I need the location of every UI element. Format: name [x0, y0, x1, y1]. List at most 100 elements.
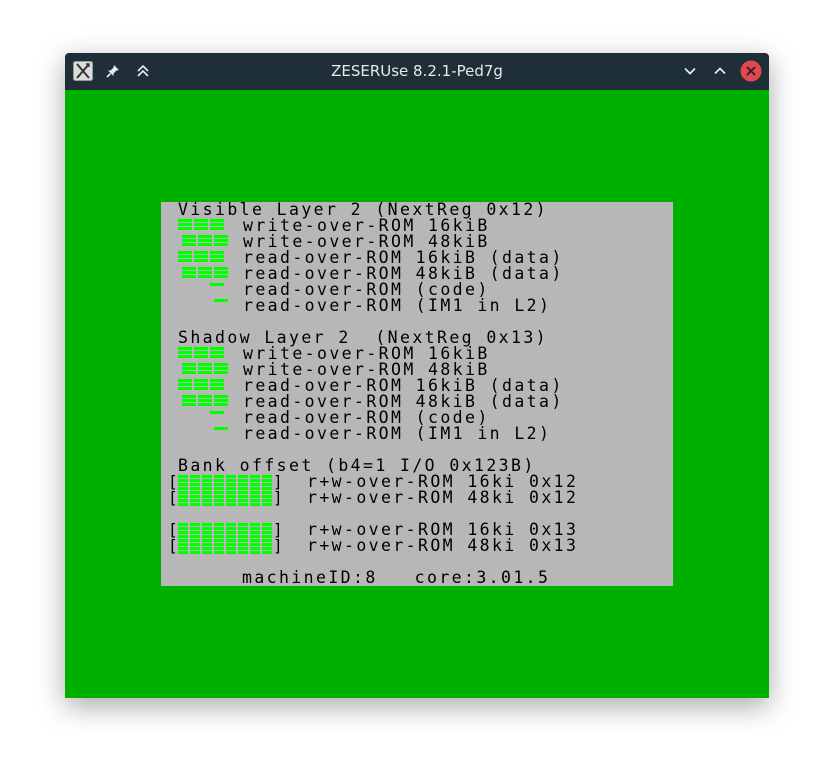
- layer-indicator-block: [198, 371, 212, 374]
- layer-indicator-block: [178, 387, 192, 390]
- bank-indicator-cell: [178, 527, 188, 530]
- bank-indicator-cell: [178, 547, 188, 550]
- layer-indicator-block: [214, 239, 228, 242]
- layer-indicator-block: [194, 347, 208, 350]
- layer-indicator-block: [214, 395, 228, 398]
- bank-indicator-cell: [190, 531, 200, 534]
- layer-indicator-block: [194, 351, 208, 354]
- layer-indicator-block: [178, 347, 192, 350]
- bank-indicator-cell: [238, 551, 248, 554]
- layer-indicator-block: [194, 383, 208, 386]
- bank-indicator-cell: [202, 503, 212, 506]
- bank-indicator-cell: [238, 523, 248, 526]
- layer-indicator-block: [182, 243, 196, 246]
- layer-indicator-block: [210, 223, 224, 226]
- bank-indicator-cell: [202, 475, 212, 478]
- layer-indicator-block: [214, 403, 228, 406]
- layer-indicator-block: [178, 219, 192, 222]
- bank-indicator-cell: [202, 547, 212, 550]
- close-button[interactable]: [740, 60, 762, 82]
- bank-indicator-cell: [226, 475, 236, 478]
- bank-indicator-cell: [190, 495, 200, 498]
- bank-indicator-cell: [190, 503, 200, 506]
- bank-indicator-cell: [190, 551, 200, 554]
- layer-indicator-block: [198, 367, 212, 370]
- bank-indicator-cell: [202, 527, 212, 530]
- bank-indicator-cell: [262, 487, 272, 490]
- bank-indicator-cell: [262, 523, 272, 526]
- bank-indicator-cell: [214, 523, 224, 526]
- bank-indicator-cell: [238, 475, 248, 478]
- layer-indicator-block: [182, 399, 196, 402]
- bank-indicator-cell: [202, 543, 212, 546]
- layer-indicator-block: [198, 403, 212, 406]
- bank-indicator-cell: [238, 535, 248, 538]
- layer-indicator-block: [178, 383, 192, 386]
- layer-indicator-block: [210, 347, 224, 350]
- layer-indicator-block: [214, 427, 228, 430]
- bank-indicator-cell: [190, 547, 200, 550]
- bank-indicator-cell: [226, 483, 236, 486]
- layer-indicator-block: [178, 379, 192, 382]
- bank-indicator-cell: [250, 503, 260, 506]
- bank-indicator-cell: [190, 543, 200, 546]
- bank-indicator-cell: [238, 483, 248, 486]
- layer-indicator-block: [194, 387, 208, 390]
- bank-indicator-cell: [214, 543, 224, 546]
- layer-indicator-block: [198, 275, 212, 278]
- bank-indicator-cell: [238, 543, 248, 546]
- layer-indicator-block: [178, 255, 192, 258]
- layer-indicator-block: [210, 255, 224, 258]
- bank-indicator-cell: [190, 475, 200, 478]
- bank-indicator-cell: [214, 483, 224, 486]
- emulator-viewport[interactable]: Visible Layer 2 (NextReg 0x12) write-ove…: [65, 90, 769, 698]
- bank-indicator-cell: [178, 491, 188, 494]
- bank-indicator-cell: [178, 543, 188, 546]
- layer-indicator-block: [210, 379, 224, 382]
- bank-indicator-cell: [202, 495, 212, 498]
- layer-indicator-block: [210, 283, 224, 286]
- layer-indicator-block: [182, 271, 196, 274]
- bank-indicator-cell: [178, 495, 188, 498]
- bank-indicator-cell: [238, 491, 248, 494]
- minimize-button[interactable]: [679, 60, 701, 82]
- bank-indicator-cell: [190, 523, 200, 526]
- layer-indicator-block: [194, 227, 208, 230]
- bank-indicator-cell: [262, 547, 272, 550]
- bank-indicator-cell: [226, 535, 236, 538]
- layer-indicator-block: [194, 219, 208, 222]
- bank-indicator-cell: [238, 527, 248, 530]
- bank-indicator-cell: [250, 495, 260, 498]
- bank-indicator-cell: [262, 499, 272, 502]
- layer-indicator-block: [178, 355, 192, 358]
- bank-indicator-cell: [250, 491, 260, 494]
- layer-indicator-block: [182, 363, 196, 366]
- bank-indicator-cell: [202, 535, 212, 538]
- bank-indicator-cell: [262, 483, 272, 486]
- bank-indicator-cell: [214, 495, 224, 498]
- maximize-button[interactable]: [709, 60, 731, 82]
- bank-indicator-cell: [202, 539, 212, 542]
- bank-indicator-cell: [178, 483, 188, 486]
- bank-indicator-cell: [250, 483, 260, 486]
- bank-indicator-cell: [226, 487, 236, 490]
- bank-indicator-cell: [178, 551, 188, 554]
- title-bar[interactable]: ZESERUse 8.2.1-Ped7g: [65, 53, 769, 90]
- bank-indicator-cell: [202, 487, 212, 490]
- bank-indicator-cell: [226, 495, 236, 498]
- bank-indicator-cell: [262, 539, 272, 542]
- bank-indicator-cell: [250, 535, 260, 538]
- spectrum-screen[interactable]: Visible Layer 2 (NextReg 0x12) write-ove…: [161, 201, 673, 586]
- layer-indicator-block: [214, 275, 228, 278]
- layer-indicator-block: [194, 259, 208, 262]
- bank-indicator-cell: [226, 503, 236, 506]
- bank-indicator-cell: [226, 551, 236, 554]
- bank-indicator-cell: [262, 527, 272, 530]
- layer-indicator-block: [198, 267, 212, 270]
- bank-indicator-cell: [202, 523, 212, 526]
- layer-indicator-block: [214, 271, 228, 274]
- bank-indicator-cell: [262, 535, 272, 538]
- bank-indicator-cell: [238, 539, 248, 542]
- bank-indicator-cell: [238, 503, 248, 506]
- bank-indicator-cell: [226, 543, 236, 546]
